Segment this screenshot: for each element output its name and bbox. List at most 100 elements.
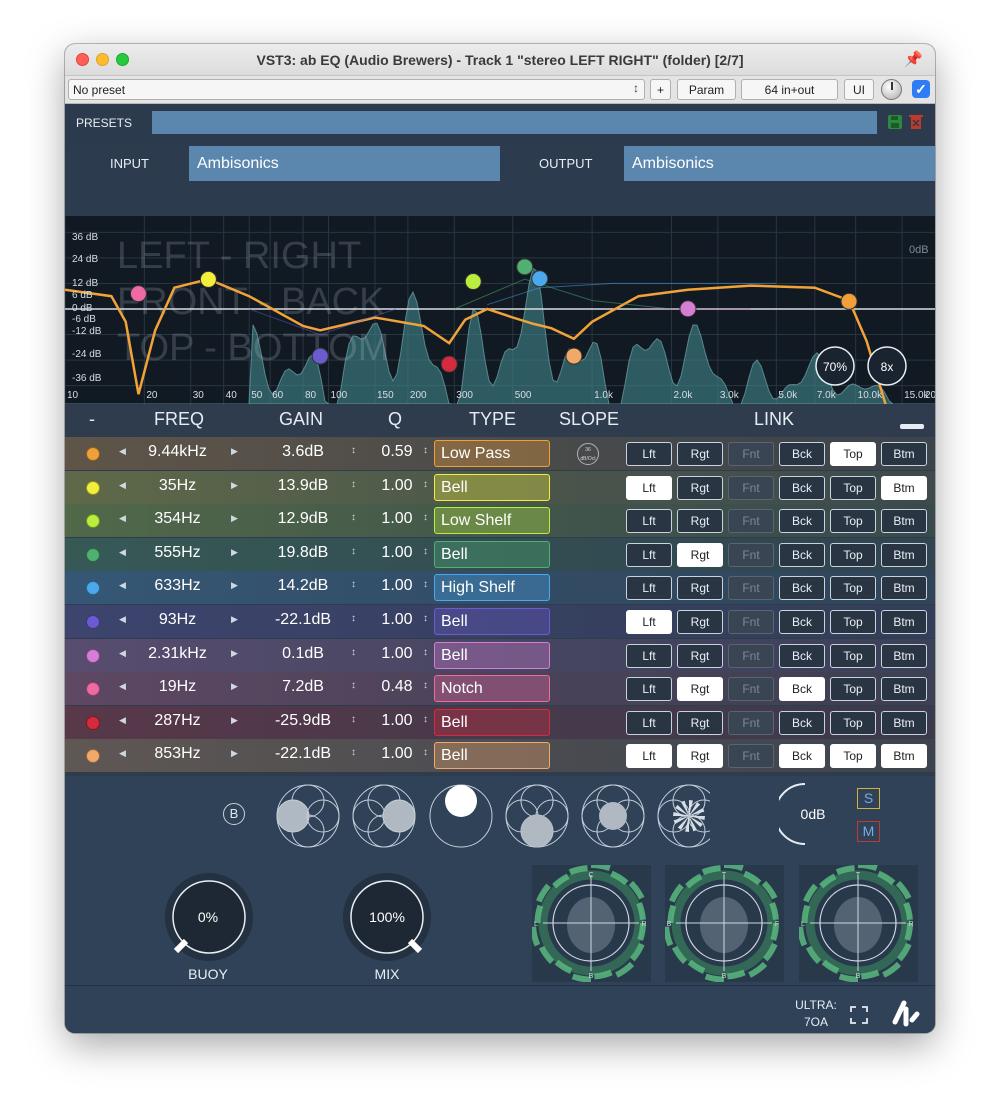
channel-circle-3[interactable] (429, 784, 493, 848)
band-type-select[interactable]: Bell (434, 540, 550, 568)
band-gain[interactable]: 0.1dB (263, 645, 343, 663)
io-button[interactable]: 64 in+out (741, 79, 838, 100)
link-lft-button[interactable]: Lft (626, 542, 672, 567)
wet-knob[interactable] (881, 79, 902, 100)
gain-stepper-icon[interactable]: ↕ (351, 546, 356, 557)
link-rgt-button[interactable]: Rgt (677, 542, 723, 567)
add-preset-button[interactable]: + (650, 79, 671, 100)
gain-stepper-icon[interactable]: ↕ (351, 445, 356, 456)
band-freq[interactable]: 287Hz (135, 712, 220, 730)
mute-button[interactable]: M (857, 821, 880, 842)
band-gain[interactable]: 3.6dB (263, 443, 343, 461)
link-bck-button[interactable]: Bck (779, 475, 825, 500)
slope-badge[interactable]: 36 dB/Oct (577, 443, 599, 465)
input-format-select[interactable]: Ambisonics (189, 146, 500, 181)
link-bck-button[interactable]: Bck (779, 576, 825, 601)
band-gain[interactable]: -22.1dB (263, 745, 343, 763)
band-gain[interactable]: -25.9dB (263, 712, 343, 730)
link-btm-button[interactable]: Btm (881, 744, 927, 769)
link-lft-button[interactable]: Lft (626, 710, 672, 735)
link-lft-button[interactable]: Lft (626, 677, 672, 702)
link-btm-button[interactable]: Btm (881, 576, 927, 601)
header-dash[interactable]: - (89, 409, 95, 430)
link-btm-button[interactable]: Btm (881, 610, 927, 634)
q-stepper-icon[interactable]: ↕ (423, 747, 428, 758)
gain-stepper-icon[interactable]: ↕ (351, 512, 356, 523)
link-bck-button[interactable]: Bck (779, 643, 825, 668)
link-bck-button[interactable]: Bck (779, 542, 825, 567)
link-bck-button[interactable]: Bck (779, 744, 825, 769)
band-type-select[interactable]: Bell (434, 608, 550, 635)
link-lft-button[interactable]: Lft (626, 643, 672, 668)
band-freq[interactable]: 35Hz (135, 477, 220, 495)
link-top-button[interactable]: Top (830, 542, 876, 567)
gain-stepper-icon[interactable]: ↕ (351, 747, 356, 758)
channel-circle-1[interactable] (276, 784, 340, 848)
link-fnt-button[interactable]: Fnt (728, 710, 774, 735)
band-gain[interactable]: 14.2dB (263, 577, 343, 595)
q-stepper-icon[interactable]: ↕ (423, 647, 428, 658)
band-type-select[interactable]: Low Shelf (434, 507, 550, 535)
link-bck-button[interactable]: Bck (779, 677, 825, 702)
link-top-button[interactable]: Top (830, 677, 876, 702)
band-color-dot[interactable] (86, 480, 100, 495)
link-bck-button[interactable]: Bck (779, 610, 825, 634)
band-color-dot[interactable] (86, 648, 100, 663)
freq-increase-icon[interactable]: ▶ (231, 547, 238, 558)
band-color-dot[interactable] (86, 749, 100, 764)
link-btm-button[interactable]: Btm (881, 677, 927, 702)
freq-decrease-icon[interactable]: ◀ (119, 614, 126, 625)
band-gain[interactable]: -22.1dB (263, 611, 343, 629)
link-lft-button[interactable]: Lft (626, 610, 672, 634)
channel-circle-2[interactable] (352, 784, 416, 848)
band-gain[interactable]: 13.9dB (263, 477, 343, 495)
link-top-button[interactable]: Top (830, 475, 876, 500)
freq-increase-icon[interactable]: ▶ (231, 681, 238, 692)
link-lft-button[interactable]: Lft (626, 576, 672, 601)
freq-increase-icon[interactable]: ▶ (231, 513, 238, 524)
band-q[interactable]: 1.00 (373, 477, 421, 495)
channel-circle-4[interactable] (505, 784, 569, 848)
band-q[interactable]: 1.00 (373, 611, 421, 629)
freq-increase-icon[interactable]: ▶ (231, 648, 238, 659)
q-stepper-icon[interactable]: ↕ (423, 613, 428, 624)
freq-decrease-icon[interactable]: ◀ (119, 715, 126, 726)
gain-stepper-icon[interactable]: ↕ (351, 714, 356, 725)
band-gain[interactable]: 19.8dB (263, 544, 343, 562)
band-color-dot[interactable] (86, 581, 100, 596)
link-btm-button[interactable]: Btm (881, 509, 927, 534)
band-freq[interactable]: 555Hz (135, 544, 220, 562)
band-gain[interactable]: 12.9dB (263, 510, 343, 528)
q-stepper-icon[interactable]: ↕ (423, 546, 428, 557)
fullscreen-icon[interactable] (850, 1006, 868, 1024)
channel-circle-6[interactable] (657, 784, 710, 848)
freq-increase-icon[interactable]: ▶ (231, 614, 238, 625)
ui-button[interactable]: UI (844, 79, 874, 100)
link-btm-button[interactable]: Btm (881, 442, 927, 466)
b-toggle-button[interactable]: B (223, 803, 245, 825)
link-rgt-button[interactable]: Rgt (677, 475, 723, 500)
link-lft-button[interactable]: Lft (626, 475, 672, 500)
eq-graph[interactable]: LEFT - RIGHT FRONT - BACK TOP - BOTTOM 36 d… (65, 216, 935, 404)
band-q[interactable]: 1.00 (373, 544, 421, 562)
link-fnt-button[interactable]: Fnt (728, 442, 774, 466)
gain-stepper-icon[interactable]: ↕ (351, 579, 356, 590)
q-stepper-icon[interactable]: ↕ (423, 714, 428, 725)
band-color-dot[interactable] (86, 447, 100, 461)
link-bck-button[interactable]: Bck (779, 710, 825, 735)
link-rgt-button[interactable]: Rgt (677, 744, 723, 769)
link-fnt-button[interactable]: Fnt (728, 542, 774, 567)
link-top-button[interactable]: Top (830, 576, 876, 601)
band-type-select[interactable]: Bell (434, 641, 550, 669)
band-freq[interactable]: 633Hz (135, 577, 220, 595)
gain-stepper-icon[interactable]: ↕ (351, 613, 356, 624)
link-top-button[interactable]: Top (830, 710, 876, 735)
freq-decrease-icon[interactable]: ◀ (119, 748, 126, 759)
link-btm-button[interactable]: Btm (881, 710, 927, 735)
output-format-select[interactable]: Ambisonics (624, 146, 935, 181)
band-freq[interactable]: 354Hz (135, 510, 220, 528)
link-lft-button[interactable]: Lft (626, 509, 672, 534)
q-stepper-icon[interactable]: ↕ (423, 579, 428, 590)
link-lft-button[interactable]: Lft (626, 442, 672, 466)
link-rgt-button[interactable]: Rgt (677, 677, 723, 702)
